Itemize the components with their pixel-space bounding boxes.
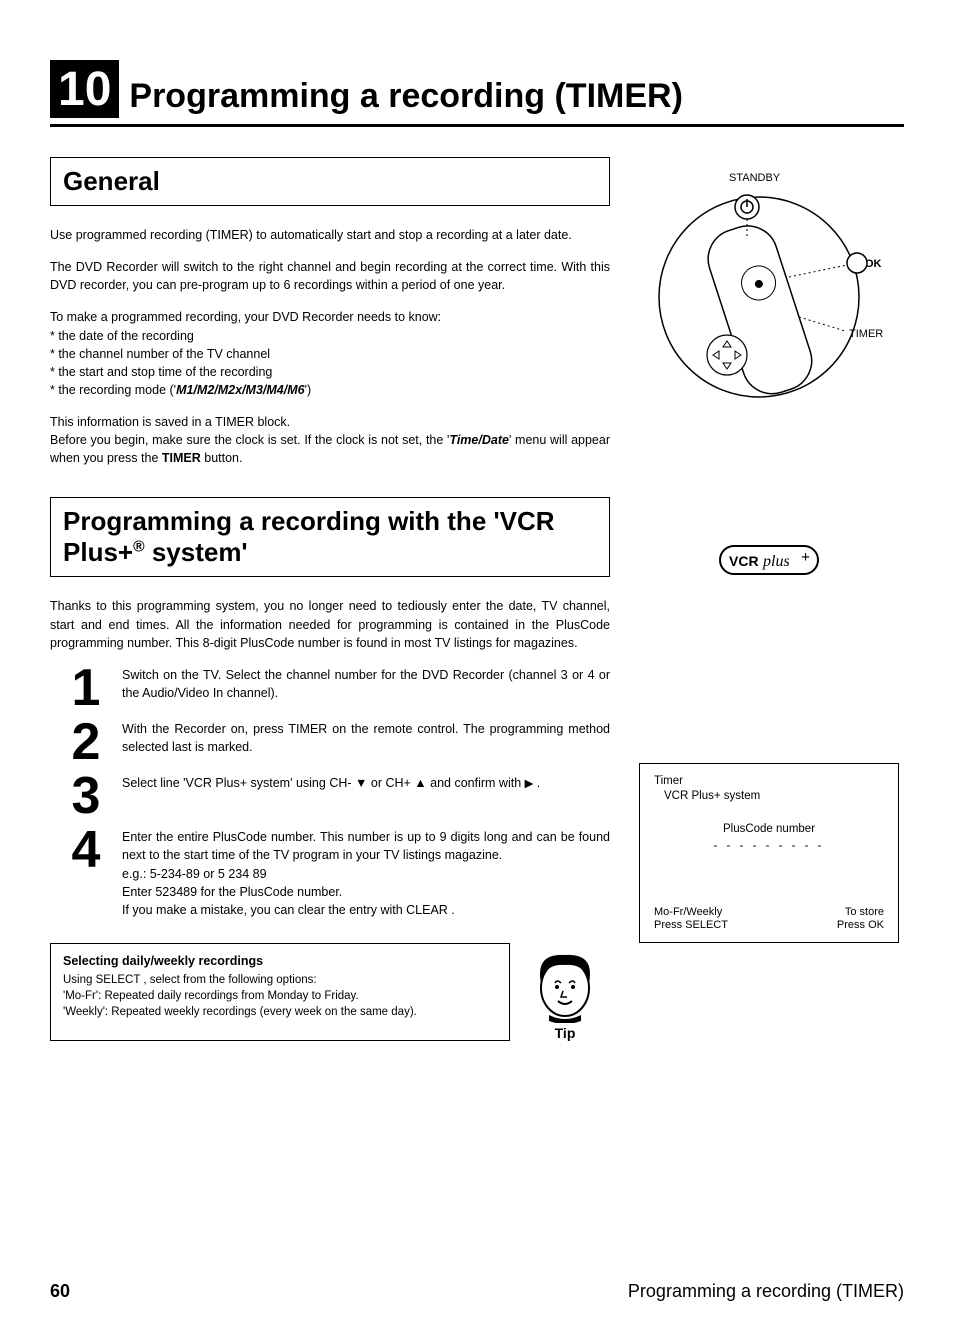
step-number-1: 1 [50, 666, 122, 710]
chapter-title: Programming a recording (TIMER) [129, 77, 683, 116]
vcrplus-heading-line1: Programming a recording with the 'VCR [63, 506, 555, 536]
step3-end: . [533, 776, 540, 790]
step-number-4: 4 [50, 828, 122, 872]
step4-p3-button: CLEAR [406, 903, 448, 917]
step4-eg: e.g.: 5-234-89 or 5 234 89 [122, 867, 267, 881]
general-bullet-1: * the date of the recording [50, 327, 610, 345]
general-list-lead: To make a programmed recording, your DVD… [50, 308, 610, 326]
right-column: STANDBY OK TIMER [634, 157, 904, 1041]
chapter-rule [50, 124, 904, 127]
step-2-text: With the Recorder on, press TIMER on the… [122, 720, 610, 756]
chapter-header: 10 Programming a recording (TIMER) [50, 60, 904, 118]
bullet4-prefix: * the recording mode (' [50, 383, 176, 397]
onscreen-field-value: - - - - - - - - - [654, 839, 884, 854]
general-p3b-menu: Time/Date [449, 433, 509, 447]
section-heading-general: General [63, 166, 597, 197]
step3-item: VCR Plus+ system [186, 776, 291, 790]
section-heading-box-vcrplus: Programming a recording with the 'VCR Pl… [50, 497, 610, 577]
step-1: 1 Switch on the TV. Select the channel n… [50, 666, 610, 710]
step-3-text: Select line 'VCR Plus+ system' using CH-… [122, 774, 540, 792]
chevron-down-icon [355, 776, 367, 790]
tip-line3-label: Weekly [65, 1006, 103, 1018]
person-face-icon [525, 943, 605, 1023]
step3-btn-down: CH- [329, 776, 351, 790]
tip-illustration: Tip [520, 943, 610, 1041]
step-4-text: Enter the entire PlusCode number. This n… [122, 828, 610, 919]
general-list: To make a programmed recording, your DVD… [50, 308, 610, 399]
onscreen-footer: Mo-Fr/Weekly Press SELECT To store Press… [654, 906, 884, 932]
general-paragraph-3: This information is saved in a TIMER blo… [50, 413, 610, 467]
tip-line1-suffix: , select from the following options: [140, 974, 316, 986]
registered-icon: ® [133, 539, 145, 556]
general-bullet-4: * the recording mode ('M1/M2/M2x/M3/M4/M… [50, 381, 610, 399]
step3-btn-up: CH+ [385, 776, 410, 790]
play-right-icon [525, 776, 534, 790]
tip-row: Selecting daily/weekly recordings Using … [50, 943, 610, 1041]
general-bullet-3: * the start and stop time of the recordi… [50, 363, 610, 381]
tip-text: Using SELECT , select from the following… [63, 972, 497, 1020]
general-p3a: This information is saved in a TIMER blo… [50, 415, 290, 429]
general-p3b-suffix: button. [201, 451, 243, 465]
step-number-3: 3 [50, 774, 122, 818]
onscreen-footer-left: Mo-Fr/Weekly Press SELECT [654, 906, 728, 932]
onscreen-field-label: PlusCode number [654, 822, 884, 837]
step-4: 4 Enter the entire PlusCode number. This… [50, 828, 610, 919]
step3-mid1: ' using [290, 776, 329, 790]
onscreen-footer-right-2: Press OK [837, 919, 884, 931]
general-p3b-prefix: Before you begin, make sure the clock is… [50, 433, 449, 447]
step3-or: or [367, 776, 385, 790]
general-paragraph-1: Use programmed recording (TIMER) to auto… [50, 226, 610, 244]
steps-list: 1 Switch on the TV. Select the channel n… [50, 666, 610, 919]
tip-badge: Tip [555, 1025, 576, 1041]
general-p3b-button: TIMER [162, 451, 201, 465]
chapter-number-box: 10 [50, 60, 119, 118]
section-heading-vcrplus: Programming a recording with the 'VCR Pl… [63, 506, 597, 568]
vcrplus-logo: VCR plus + [719, 540, 819, 583]
step-1-text: Switch on the TV. Select the channel num… [122, 666, 610, 702]
tip-line3-text: : Repeated weekly recordings (every week… [105, 1006, 417, 1018]
onscreen-footer-right: To store Press OK [837, 906, 884, 932]
step2-prefix: With the Recorder on, press [122, 722, 288, 736]
step3-prefix: Select line ' [122, 776, 186, 790]
standby-label: STANDBY [729, 172, 781, 184]
step-number-2: 2 [50, 720, 122, 764]
tip-line1-button: SELECT [96, 974, 141, 986]
step3-mid2: and confirm with [427, 776, 525, 790]
step4-p1: Enter the entire PlusCode number. This n… [122, 830, 610, 862]
onscreen-footer-left-1: Mo-Fr/Weekly [654, 906, 722, 918]
bullet4-modes: M1/M2/M2x/M3/M4/M6 [176, 383, 305, 397]
step-2: 2 With the Recorder on, press TIMER on t… [50, 720, 610, 764]
step4-p3-suffix: . [448, 903, 455, 917]
vcrplus-intro: Thanks to this programming system, you n… [50, 597, 610, 651]
vcrplus-heading-line2a: Plus+ [63, 537, 133, 567]
tip-line2-label: Mo-Fr [65, 990, 96, 1002]
step2-button: TIMER [288, 722, 327, 736]
general-bullet-2: * the channel number of the TV channel [50, 345, 610, 363]
onscreen-footer-right-1: To store [845, 906, 884, 918]
svg-text:VCR: VCR [729, 553, 759, 569]
onscreen-menu-box: Timer VCR Plus+ system PlusCode number -… [639, 763, 899, 943]
tip-line1-prefix: Using [63, 974, 96, 986]
step-3: 3 Select line 'VCR Plus+ system' using C… [50, 774, 610, 818]
page-footer: 60 Programming a recording (TIMER) [50, 1281, 904, 1302]
page-footer-title: Programming a recording (TIMER) [628, 1281, 904, 1302]
step4-p2: Enter 523489 for the PlusCode number. [122, 885, 342, 899]
page-number: 60 [50, 1281, 70, 1302]
onscreen-subtitle: VCR Plus+ system [664, 789, 884, 804]
tip-line2-text: : Repeated daily recordings from Monday … [98, 990, 359, 1002]
chevron-up-icon [414, 776, 426, 790]
svg-text:+: + [801, 549, 810, 566]
step4-p3-prefix: If you make a mistake, you can clear the… [122, 903, 406, 917]
svg-text:plus: plus [762, 553, 790, 570]
section-heading-box-general: General [50, 157, 610, 206]
onscreen-footer-left-2: Press SELECT [654, 919, 728, 931]
left-column: General Use programmed recording (TIMER)… [50, 157, 610, 1041]
bullet4-suffix: ') [305, 383, 312, 397]
vcrplus-heading-line2b: system' [145, 537, 248, 567]
tip-title: Selecting daily/weekly recordings [63, 954, 497, 968]
onscreen-title: Timer [654, 774, 884, 789]
general-paragraph-2: The DVD Recorder will switch to the righ… [50, 258, 610, 294]
remote-control-diagram: STANDBY OK TIMER [639, 167, 899, 410]
tip-box: Selecting daily/weekly recordings Using … [50, 943, 510, 1041]
